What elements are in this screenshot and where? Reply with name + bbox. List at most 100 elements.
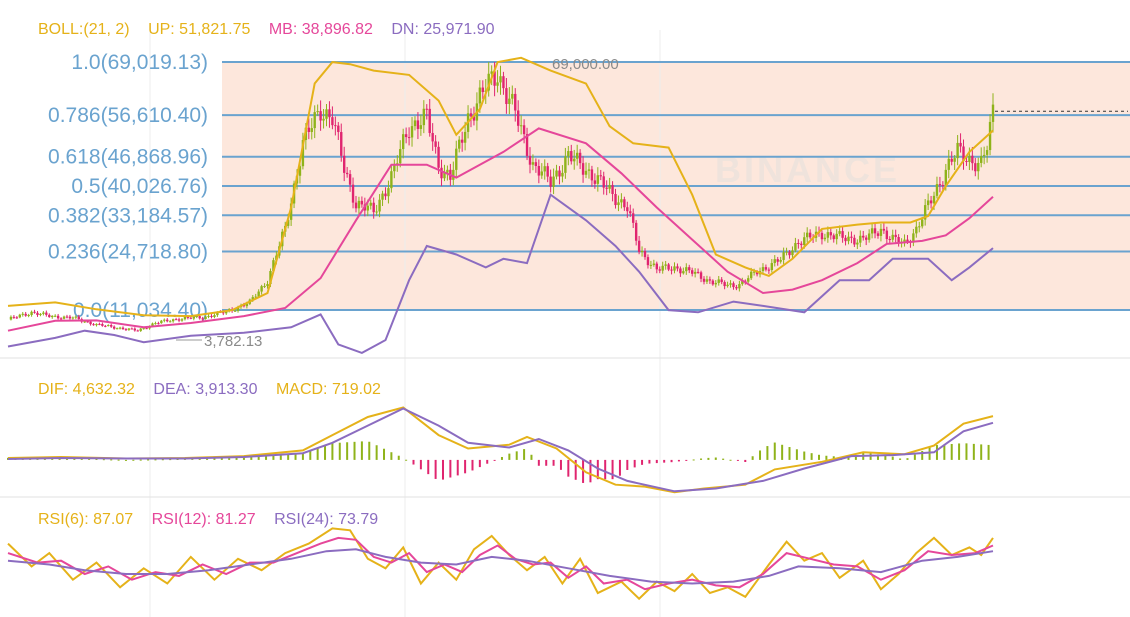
candle-body xyxy=(935,184,939,196)
candle-body xyxy=(581,163,585,175)
candle-body xyxy=(926,200,930,206)
fib-label-2: 0.618(46,868.96) xyxy=(48,146,208,169)
rsi-legend: RSI(6): 87.07 RSI(12): 81.27 RSI(24): 73… xyxy=(38,511,392,529)
candle-body xyxy=(531,162,535,165)
candle-body xyxy=(599,175,602,177)
candle-body xyxy=(634,222,638,241)
macd-histogram-bar xyxy=(604,459,607,480)
candle-body xyxy=(673,266,676,271)
candle-body xyxy=(929,200,933,204)
macd-histogram-bar xyxy=(250,457,253,460)
candle-body xyxy=(602,176,605,188)
macd-histogram-bar xyxy=(301,453,304,460)
candle-body xyxy=(708,279,712,281)
rsi6-value: RSI(6): 87.07 xyxy=(38,511,134,528)
macd-dea-line xyxy=(7,407,994,493)
candle-body xyxy=(177,319,181,321)
macd-histogram-bar xyxy=(434,459,437,479)
macd-histogram-bar xyxy=(464,459,467,474)
macd-histogram-bar xyxy=(242,457,245,460)
candle-body xyxy=(876,233,880,236)
candle-body xyxy=(210,315,213,318)
candle-body xyxy=(24,313,27,316)
macd-legend: DIF: 4,632.32 DEA: 3,913.30 MACD: 719.02 xyxy=(38,381,395,399)
candle-body xyxy=(661,265,664,271)
candle-body xyxy=(985,150,989,155)
candle-body xyxy=(611,185,614,195)
candle-body xyxy=(357,200,361,209)
candle-body xyxy=(51,315,54,318)
candle-body xyxy=(460,139,464,143)
candle-body xyxy=(316,111,319,113)
macd-histogram-bar xyxy=(441,459,444,480)
candle-body xyxy=(649,264,653,266)
macd-histogram-bar xyxy=(766,446,769,460)
macd-histogram-bar xyxy=(523,449,526,460)
candle-body xyxy=(387,188,390,197)
fib-label-1: 0.786(56,610.40) xyxy=(48,104,208,127)
candle-body xyxy=(413,120,417,127)
candle-body xyxy=(18,314,21,318)
candle-body xyxy=(89,321,92,325)
candle-body xyxy=(198,316,201,319)
candle-body xyxy=(977,162,980,172)
macd-histogram-bar xyxy=(397,455,400,460)
candle-body xyxy=(213,315,216,318)
low-price-label: 3,782.13 xyxy=(204,333,262,350)
candle-body xyxy=(36,312,39,316)
candle-body xyxy=(971,155,974,164)
macd-dea: DEA: 3,913.30 xyxy=(153,381,258,398)
candle-body xyxy=(139,328,142,331)
macd-histogram-bar xyxy=(906,458,909,460)
candle-body xyxy=(561,172,564,177)
candle-body xyxy=(110,325,113,327)
candle-body xyxy=(567,151,570,157)
candle-body xyxy=(800,243,803,246)
candle-body xyxy=(9,316,13,320)
candle-body xyxy=(30,311,33,315)
candle-body xyxy=(540,171,543,176)
binance-watermark: BINANCE xyxy=(715,149,900,190)
candle-body xyxy=(844,237,847,242)
candle-body xyxy=(360,200,364,205)
macd-histogram-bar xyxy=(375,445,378,460)
macd-histogram-bar xyxy=(950,443,953,460)
candle-body xyxy=(502,76,505,89)
macd-histogram-bar xyxy=(412,459,415,465)
candle-body xyxy=(348,174,352,185)
candle-body xyxy=(437,146,440,168)
candle-body xyxy=(835,233,838,240)
candle-body xyxy=(826,232,830,238)
boll-dn: DN: 25,971.90 xyxy=(391,21,495,38)
candle-body xyxy=(463,131,467,143)
candle-body xyxy=(670,269,673,271)
macd-histogram-bar xyxy=(500,456,503,460)
candle-body xyxy=(469,113,473,117)
macd-histogram-bar xyxy=(928,447,931,460)
candle-body xyxy=(720,279,723,283)
candle-body xyxy=(65,316,69,318)
candle-body xyxy=(519,125,523,127)
fib-label-5: 0.236(24,718.80) xyxy=(48,240,208,263)
candle-body xyxy=(121,327,125,330)
candle-body xyxy=(590,169,594,181)
candle-body xyxy=(522,125,526,135)
candle-body xyxy=(587,169,591,171)
macd-histogram-bar xyxy=(751,456,754,460)
candle-body xyxy=(496,82,499,86)
candle-body xyxy=(189,317,193,319)
candle-body xyxy=(794,243,797,251)
candle-body xyxy=(354,202,358,209)
macd-histogram-bar xyxy=(980,444,983,460)
candle-body xyxy=(575,152,579,159)
candle-body xyxy=(791,250,794,256)
candle-body xyxy=(856,242,859,245)
macd-histogram-bar xyxy=(891,456,894,460)
candle-body xyxy=(104,325,107,327)
candle-body xyxy=(853,237,856,245)
macd-histogram-bar xyxy=(935,445,938,460)
candle-body xyxy=(124,329,128,331)
candle-body xyxy=(169,321,172,323)
candle-body xyxy=(873,228,877,234)
candle-body xyxy=(546,166,549,177)
